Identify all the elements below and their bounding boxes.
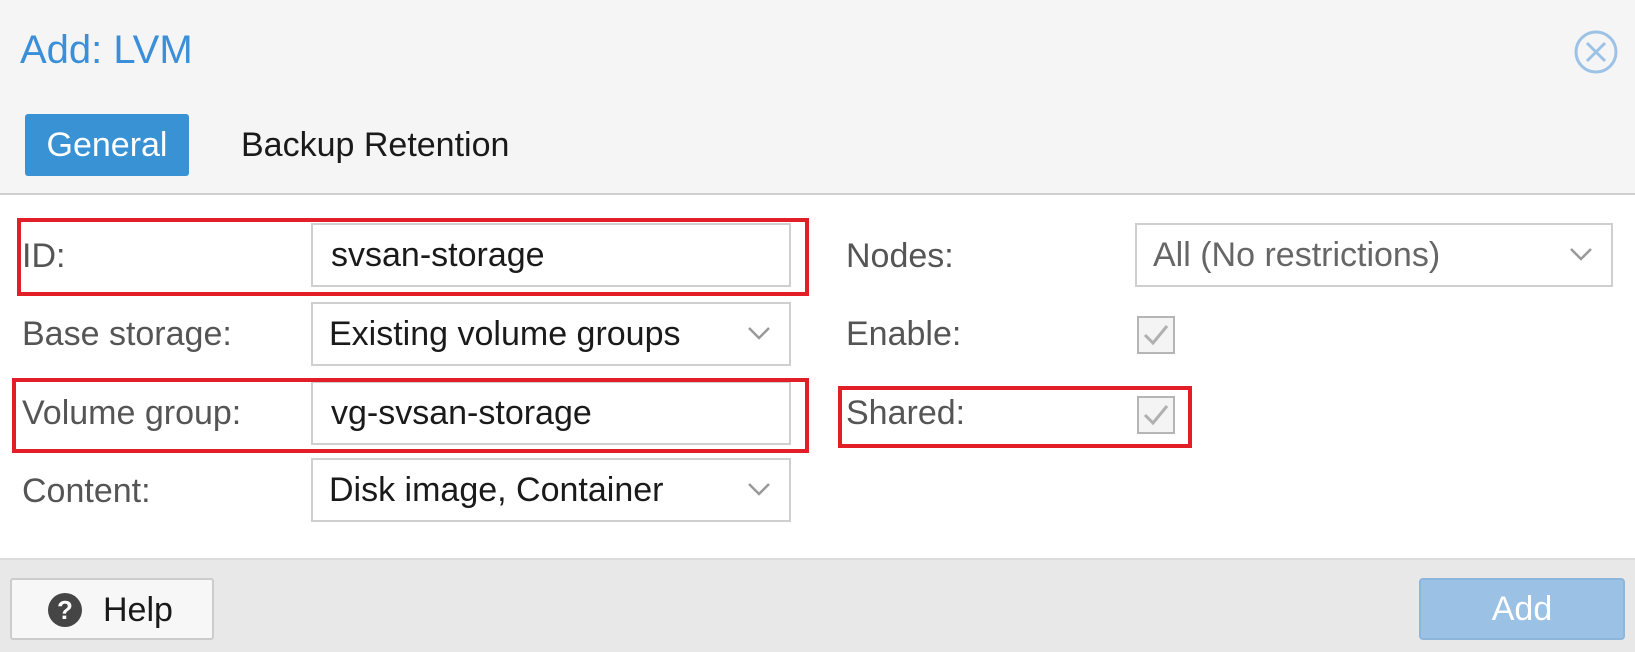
chevron-down-icon	[748, 327, 770, 340]
tab-backup-retention[interactable]: Backup Retention	[237, 114, 513, 176]
tab-general[interactable]: General	[25, 114, 189, 176]
volume-group-label: Volume group:	[22, 394, 242, 432]
chevron-down-icon	[748, 483, 770, 496]
dialog-footer: ? Help Add	[0, 558, 1635, 652]
nodes-select[interactable]: All (No restrictions)	[1135, 223, 1613, 287]
shared-label: Shared:	[846, 394, 966, 432]
dialog-title: Add: LVM	[20, 28, 193, 72]
content-value: Disk image, Container	[329, 471, 664, 509]
add-lvm-dialog: Add: LVM General Backup Retention ID: sv…	[0, 0, 1635, 652]
enable-checkbox[interactable]	[1137, 316, 1175, 354]
dialog-header: Add: LVM General Backup Retention	[0, 0, 1635, 195]
chevron-down-icon	[1570, 248, 1592, 261]
close-icon[interactable]	[1573, 29, 1619, 75]
content-label: Content:	[22, 472, 151, 510]
base-storage-value: Existing volume groups	[329, 315, 681, 353]
nodes-label: Nodes:	[846, 237, 954, 275]
volume-group-value: vg-svsan-storage	[331, 394, 592, 432]
add-button[interactable]: Add	[1419, 578, 1625, 640]
question-circle-icon: ?	[48, 593, 82, 627]
help-button[interactable]: ? Help	[10, 578, 214, 640]
nodes-value: All (No restrictions)	[1153, 236, 1441, 274]
checkmark-icon	[1143, 325, 1169, 346]
shared-checkbox[interactable]	[1137, 396, 1175, 434]
base-storage-select[interactable]: Existing volume groups	[311, 302, 791, 366]
id-input-value: svsan-storage	[331, 236, 545, 274]
base-storage-label: Base storage:	[22, 315, 232, 353]
id-input[interactable]: svsan-storage	[311, 223, 791, 287]
volume-group-input[interactable]: vg-svsan-storage	[311, 381, 791, 445]
checkmark-icon	[1143, 405, 1169, 426]
help-button-label: Help	[103, 591, 173, 629]
id-label: ID:	[22, 237, 66, 275]
content-select[interactable]: Disk image, Container	[311, 458, 791, 522]
enable-label: Enable:	[846, 315, 962, 353]
